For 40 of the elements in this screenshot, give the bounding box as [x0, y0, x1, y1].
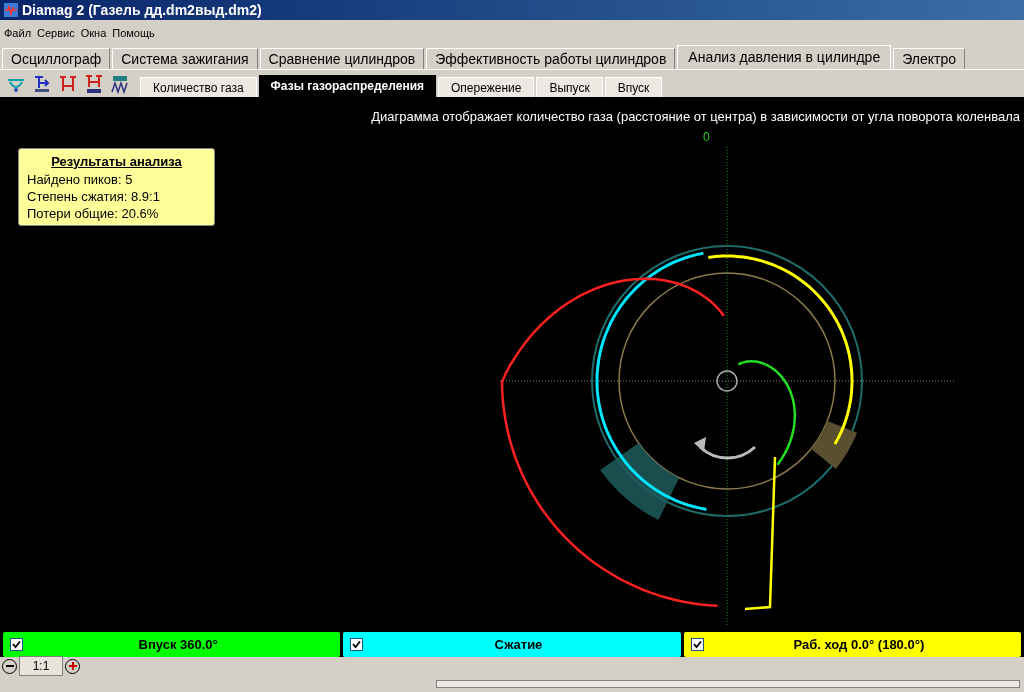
checkbox[interactable]	[10, 638, 23, 651]
tab[interactable]: Эффективность работы цилиндров	[426, 48, 676, 69]
tab[interactable]: Сравнение цилиндров	[259, 48, 425, 69]
minus-icon	[5, 665, 14, 667]
diagram-caption: Диаграмма отображает количество газа (расстояние от центра) в зависимости от угла поворота коленвала	[371, 108, 1020, 126]
tab[interactable]: Электро	[893, 48, 965, 69]
checkbox[interactable]	[690, 638, 704, 651]
subtab[interactable]: Количество газа	[140, 77, 257, 97]
tab[interactable]: Осциллограф	[2, 48, 111, 69]
phase-label: Сжатие	[493, 635, 544, 654]
phase-bar[interactable]: Сжатие	[343, 632, 681, 657]
result-line: Потери общие: 20.6%	[27, 205, 160, 222]
menu-item[interactable]: Помощь	[112, 24, 155, 42]
auto-markers-icon[interactable]	[84, 74, 104, 94]
phase-label: Впуск 360.0°	[137, 635, 219, 654]
subtab[interactable]: Опережение	[438, 77, 535, 97]
results-title: Результаты анализа	[51, 152, 182, 171]
result-line: Найдено пиков: 5	[27, 171, 134, 188]
menu-item[interactable]: Сервис	[37, 24, 75, 42]
waveform-icon[interactable]	[110, 74, 130, 94]
axis-label: 0	[703, 128, 710, 146]
scroll-bar[interactable]	[436, 679, 1020, 688]
window-title: Diamag 2 (Газель дд.dm2выд.dm2)	[22, 0, 262, 20]
result-line: Степень сжатия: 8.9:1	[27, 188, 161, 205]
numbering-icon[interactable]	[32, 74, 52, 94]
phase-label: Раб. ход 0.0° (180.0°)	[792, 635, 926, 654]
app-icon	[4, 3, 18, 17]
menu-item[interactable]: Окна	[80, 24, 107, 42]
checkbox[interactable]	[350, 638, 364, 651]
subtab[interactable]: Фазы газораспределения	[258, 75, 437, 97]
phase-bar[interactable]: Раб. ход 0.0° (180.0°)	[683, 632, 1021, 657]
subtab[interactable]: Выпуск	[536, 77, 603, 97]
plus-icon	[68, 662, 77, 670]
tab[interactable]: Анализ давления в цилиндре	[677, 45, 892, 69]
zoom-level: 1:1	[19, 656, 63, 676]
menu-item[interactable]: Файл	[4, 24, 32, 42]
subtab[interactable]: Впуск	[604, 77, 663, 97]
markers-icon[interactable]	[58, 74, 78, 94]
tab[interactable]: Система зажигания	[112, 48, 258, 69]
phase-bar[interactable]: Впуск 360.0°	[3, 632, 341, 657]
